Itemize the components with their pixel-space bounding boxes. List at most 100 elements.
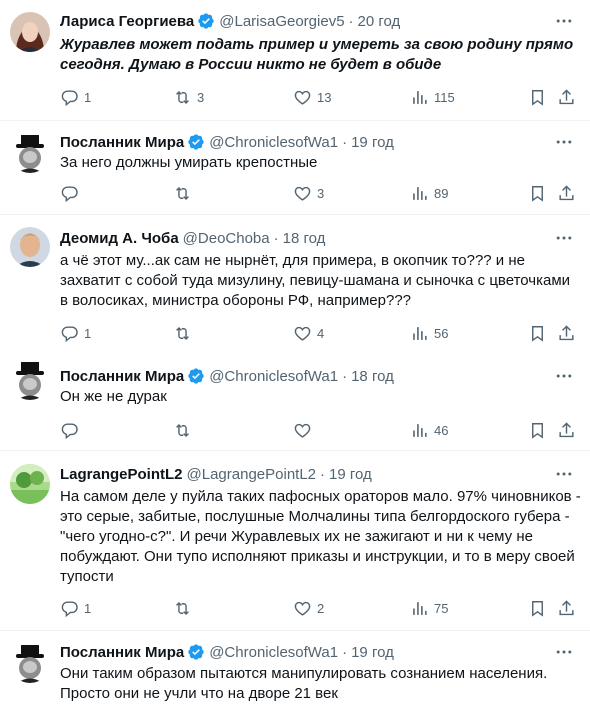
heart-icon bbox=[294, 601, 311, 616]
author-name[interactable]: Деомид А. Чоба bbox=[60, 230, 179, 247]
timestamp[interactable]: 19 год bbox=[351, 644, 394, 661]
more-options-icon[interactable] bbox=[554, 464, 574, 484]
like-button[interactable]: 4 bbox=[293, 323, 324, 343]
retweet-button[interactable] bbox=[173, 183, 197, 203]
author-name[interactable]: LagrangePointL2 bbox=[60, 466, 183, 483]
author-handle[interactable]: @LagrangePointL2 bbox=[187, 466, 317, 483]
tweet[interactable]: Посланник Мира @ChroniclesofWa1 · 19 год… bbox=[0, 631, 590, 710]
views-button[interactable]: 89 bbox=[410, 183, 448, 203]
churchill-avatar[interactable] bbox=[10, 643, 50, 683]
share-icon bbox=[559, 88, 574, 104]
tweet-text: Журавлев может подать пример и умереть з… bbox=[60, 36, 574, 73]
views-count: 115 bbox=[434, 89, 455, 105]
author-name[interactable]: Посланник Мира bbox=[60, 368, 184, 385]
reply-button[interactable]: 1 bbox=[60, 323, 91, 343]
tweet[interactable]: Посланник Мира @ChroniclesofWa1 · 19 год… bbox=[0, 121, 590, 214]
retweet-button[interactable]: 3 bbox=[173, 87, 204, 107]
author-name[interactable]: Лариса Георгиева bbox=[60, 13, 194, 30]
share-icon bbox=[559, 184, 574, 200]
like-count: 4 bbox=[317, 325, 325, 341]
like-count: 2 bbox=[317, 600, 325, 616]
tweet[interactable]: LagrangePointL2 @LagrangePointL2 · 19 го… bbox=[0, 451, 590, 630]
views-button[interactable]: 56 bbox=[410, 323, 448, 343]
heart-icon bbox=[294, 186, 311, 201]
reply-button[interactable] bbox=[60, 183, 84, 203]
reply-button[interactable] bbox=[60, 420, 84, 440]
share-button[interactable] bbox=[557, 183, 576, 203]
author-name[interactable]: Посланник Мира bbox=[60, 134, 184, 151]
verified-badge-icon bbox=[188, 368, 204, 384]
retweet-button[interactable] bbox=[173, 323, 197, 343]
reply-button[interactable]: 1 bbox=[60, 598, 91, 618]
like-count: 13 bbox=[317, 89, 332, 105]
share-button[interactable] bbox=[557, 323, 576, 343]
share-button[interactable] bbox=[557, 598, 576, 618]
like-button[interactable]: 3 bbox=[293, 183, 324, 203]
like-button[interactable]: 13 bbox=[293, 87, 331, 107]
bookmark-icon bbox=[532, 422, 543, 439]
views-button[interactable]: 46 bbox=[410, 420, 448, 440]
retweet-button[interactable] bbox=[173, 598, 197, 618]
author-handle[interactable]: @LarisaGeorgiev5 bbox=[219, 13, 344, 30]
timestamp[interactable]: 18 год bbox=[351, 368, 394, 385]
timestamp[interactable]: 20 год bbox=[358, 13, 401, 30]
bookmark-icon bbox=[532, 325, 543, 342]
verified-badge-icon bbox=[188, 134, 204, 150]
reply-icon bbox=[61, 600, 78, 617]
share-button[interactable] bbox=[557, 87, 576, 107]
bookmark-button[interactable] bbox=[528, 598, 547, 618]
author-name[interactable]: Посланник Мира bbox=[60, 644, 184, 661]
views-button[interactable]: 75 bbox=[410, 598, 448, 618]
share-button[interactable] bbox=[557, 420, 576, 440]
retweet-button[interactable] bbox=[173, 420, 197, 440]
woman-avatar[interactable] bbox=[10, 12, 50, 52]
like-button[interactable] bbox=[293, 420, 317, 440]
tweet-text: Они таким образом пытаются манипулироват… bbox=[60, 665, 548, 702]
reply-thread: Лариса Георгиева @LarisaGeorgiev5 · 20 г… bbox=[0, 0, 590, 710]
views-icon bbox=[413, 90, 427, 104]
tweet-text: а чё этот му...ак сам не нырнёт, для при… bbox=[60, 252, 571, 309]
churchill-avatar[interactable] bbox=[10, 360, 50, 400]
more-options-icon[interactable] bbox=[554, 228, 574, 248]
man-avatar[interactable] bbox=[10, 227, 50, 267]
author-handle[interactable]: @DeoChoba bbox=[183, 230, 270, 247]
bookmark-button[interactable] bbox=[528, 323, 547, 343]
bookmark-button[interactable] bbox=[528, 183, 547, 203]
reply-icon bbox=[61, 89, 78, 106]
timestamp[interactable]: 19 год bbox=[351, 134, 394, 151]
reply-icon bbox=[61, 422, 78, 439]
more-options-icon[interactable] bbox=[554, 132, 574, 152]
tweet[interactable]: Деомид А. Чоба @DeoChoba · 18 год а чё э… bbox=[0, 215, 590, 355]
bookmark-icon bbox=[532, 89, 543, 106]
more-options-icon[interactable] bbox=[554, 366, 574, 386]
reply-count: 1 bbox=[84, 600, 92, 616]
retweet-icon bbox=[176, 90, 189, 104]
bookmark-button[interactable] bbox=[528, 87, 547, 107]
bookmark-icon bbox=[532, 185, 543, 202]
retweet-icon bbox=[176, 186, 189, 200]
bookmark-button[interactable] bbox=[528, 420, 547, 440]
retweet-icon bbox=[176, 326, 189, 340]
author-handle[interactable]: @ChroniclesofWa1 bbox=[209, 644, 338, 661]
views-button[interactable]: 115 bbox=[410, 87, 455, 107]
tweet[interactable]: Посланник Мира @ChroniclesofWa1 · 18 год… bbox=[0, 355, 590, 449]
more-options-icon[interactable] bbox=[554, 11, 574, 31]
more-options-icon[interactable] bbox=[554, 642, 574, 662]
bookmark-icon bbox=[532, 600, 543, 617]
landscape-avatar[interactable] bbox=[10, 464, 50, 504]
tweet-text: Он же не дурак bbox=[60, 388, 167, 405]
reply-count: 1 bbox=[84, 325, 92, 341]
views-count: 46 bbox=[434, 422, 449, 438]
like-count: 3 bbox=[317, 185, 325, 201]
author-handle[interactable]: @ChroniclesofWa1 bbox=[209, 368, 338, 385]
timestamp[interactable]: 18 год bbox=[283, 230, 326, 247]
timestamp[interactable]: 19 год bbox=[329, 466, 372, 483]
views-icon bbox=[413, 326, 427, 340]
like-button[interactable]: 2 bbox=[293, 598, 324, 618]
tweet-text: За него должны умирать крепостные bbox=[60, 154, 318, 171]
churchill-avatar[interactable] bbox=[10, 133, 50, 173]
tweet[interactable]: Лариса Георгиева @LarisaGeorgiev5 · 20 г… bbox=[0, 0, 590, 120]
reply-button[interactable]: 1 bbox=[60, 87, 91, 107]
author-handle[interactable]: @ChroniclesofWa1 bbox=[209, 134, 338, 151]
views-icon bbox=[413, 601, 427, 615]
